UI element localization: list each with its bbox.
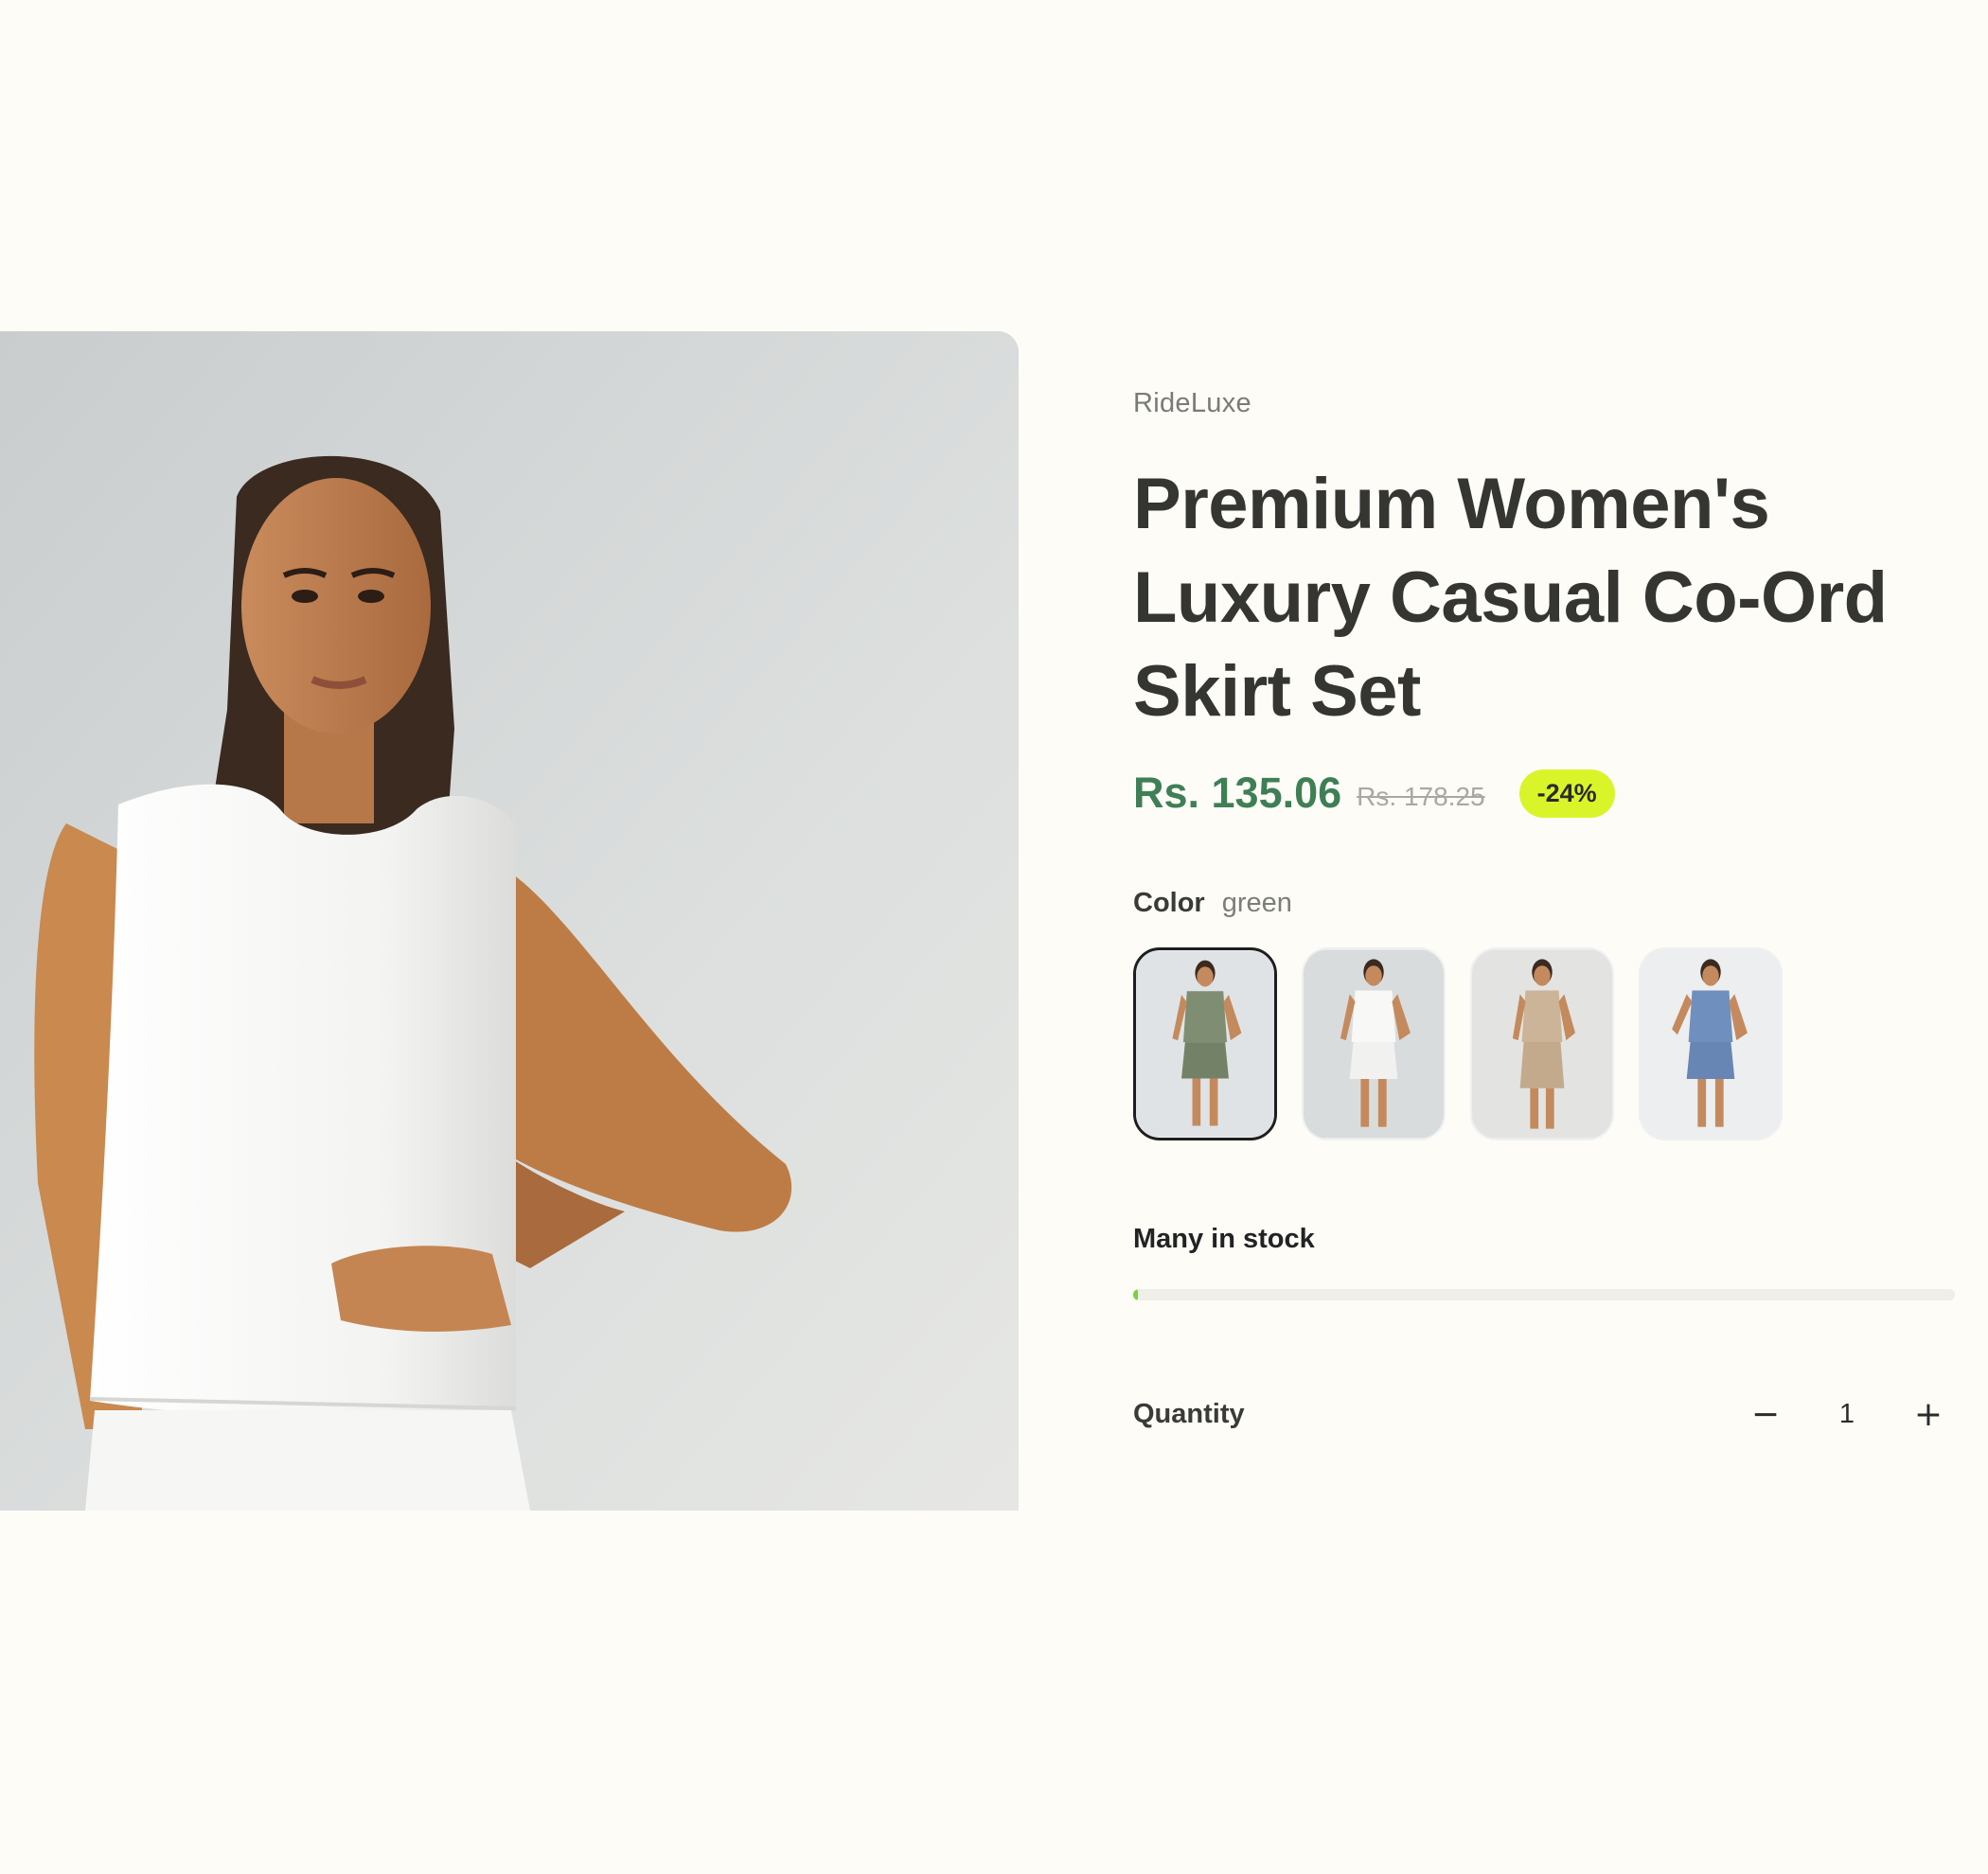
quantity-label: Quantity bbox=[1133, 1398, 1245, 1429]
compare-price: Rs. 178.25 bbox=[1357, 782, 1485, 811]
swatch-beige-image bbox=[1472, 949, 1612, 1139]
stock-level-bar bbox=[1133, 1289, 1955, 1300]
price-row: Rs. 135.06 Rs. 178.25 -24% bbox=[1133, 765, 1957, 822]
stock-status: Many in stock bbox=[1133, 1224, 1315, 1254]
minus-icon: − bbox=[1750, 1394, 1781, 1434]
product-details: RideLuxe Premium Women's Luxury Casual C… bbox=[1133, 388, 1957, 1441]
brand-name[interactable]: RideLuxe bbox=[1133, 388, 1957, 419]
swatch-beige[interactable] bbox=[1470, 947, 1614, 1140]
color-label: Color bbox=[1133, 888, 1205, 918]
increment-button[interactable]: + bbox=[1902, 1388, 1955, 1441]
color-value: green bbox=[1221, 888, 1292, 918]
swatch-green[interactable] bbox=[1133, 947, 1277, 1140]
swatch-blue[interactable] bbox=[1639, 947, 1783, 1140]
product-title: Premium Women's Luxury Casual Co-Ord Ski… bbox=[1133, 464, 1888, 732]
stock-level-fill bbox=[1133, 1289, 1139, 1300]
swatch-white-image bbox=[1304, 949, 1444, 1139]
quantity-stepper: − 1 + bbox=[1739, 1388, 1955, 1441]
model-photo bbox=[0, 331, 1019, 1511]
plus-icon: + bbox=[1913, 1394, 1944, 1434]
swatch-green-image bbox=[1136, 951, 1274, 1137]
product-main-image[interactable] bbox=[0, 331, 1019, 1511]
sale-price: Rs. 135.06 bbox=[1133, 769, 1342, 817]
swatch-blue-image bbox=[1641, 949, 1781, 1139]
decrement-button[interactable]: − bbox=[1739, 1388, 1792, 1441]
color-swatches bbox=[1133, 947, 1957, 1140]
color-row: Color green bbox=[1133, 888, 1957, 919]
swatch-white[interactable] bbox=[1302, 947, 1446, 1140]
quantity-value[interactable]: 1 bbox=[1792, 1399, 1902, 1430]
quantity-row: Quantity − 1 + bbox=[1133, 1388, 1955, 1441]
discount-badge: -24% bbox=[1518, 769, 1615, 818]
product-page: RideLuxe Premium Women's Luxury Casual C… bbox=[0, 0, 1988, 1874]
